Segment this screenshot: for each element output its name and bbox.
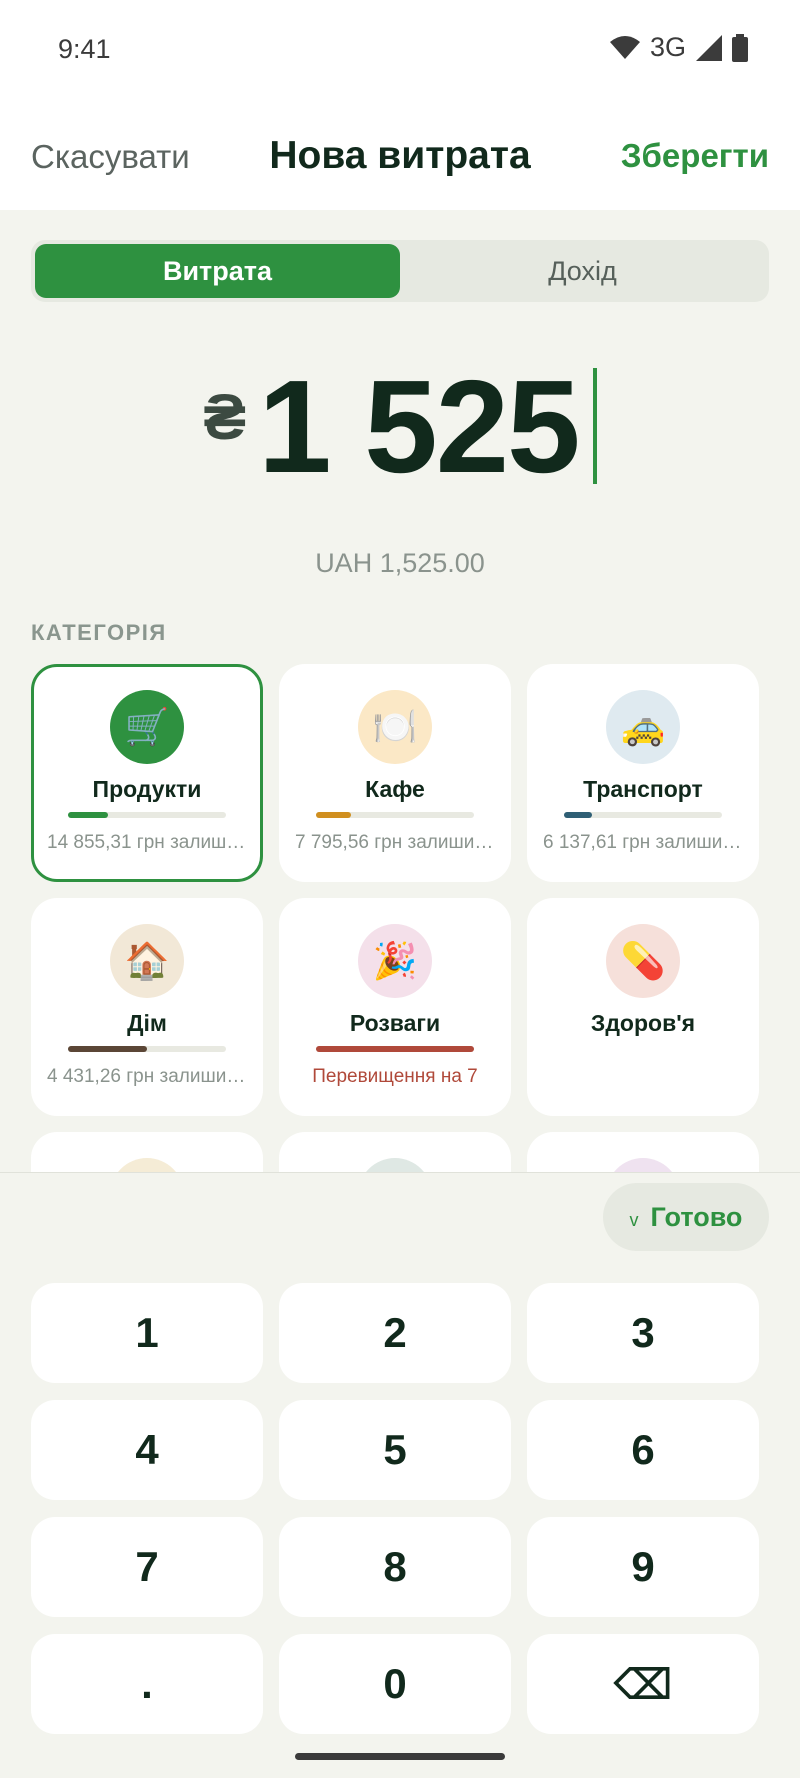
budget-progress-bar (68, 1046, 226, 1052)
budget-progress-bar (316, 1046, 474, 1052)
done-button[interactable]: v Готово (603, 1183, 769, 1251)
keypad-panel: v Готово 1 2 3 4 5 6 7 8 9. 0 ⌫ (0, 1172, 800, 1778)
category-card[interactable]: 🏠 Дім 4 431,26 грн залишилось (31, 898, 263, 1116)
category-remaining: 4 431,26 грн залишилось (47, 1066, 247, 1087)
key-7[interactable]: 7 (31, 1517, 263, 1617)
category-name: Дім (127, 1010, 167, 1036)
category-card[interactable]: 🎉 Розваги Перевищення на 7 (279, 898, 511, 1116)
text-caret (592, 368, 597, 484)
category-name: Розваги (349, 1010, 441, 1036)
category-card[interactable] (279, 1132, 511, 1172)
category-card[interactable]: 🚕 Транспорт 6 137,61 грн залишилось (527, 664, 759, 882)
signal-icon (696, 34, 722, 61)
key-0[interactable]: 0 (279, 1634, 511, 1734)
budget-progress-fill (564, 812, 593, 818)
partial-category-icon (110, 1158, 184, 1172)
wifi-icon (609, 35, 640, 60)
amount-formatted: UAH 1,525.00 (315, 548, 485, 578)
category-name: Кафе (365, 776, 425, 802)
budget-progress-fill (68, 812, 108, 818)
house-icon: 🏠 (110, 924, 184, 998)
key-5[interactable]: 5 (279, 1400, 511, 1500)
backspace-key[interactable]: ⌫ (527, 1634, 759, 1734)
category-remaining: 14 855,31 грн залишилось (47, 832, 247, 853)
budget-progress-fill (316, 1046, 474, 1052)
category-card[interactable] (31, 1132, 263, 1172)
category-name: Транспорт (583, 776, 703, 802)
category-remaining: 6 137,61 грн залишилось (543, 832, 743, 853)
taxi-icon: 🚕 (606, 690, 680, 764)
category-remaining: Перевищення на 7 (312, 1066, 478, 1087)
key-8[interactable]: 8 (279, 1517, 511, 1617)
status-icons: 3G (609, 32, 748, 63)
budget-progress-fill (316, 812, 351, 818)
done-label: Готово (650, 1201, 743, 1232)
key-6[interactable]: 6 (527, 1400, 759, 1500)
category-card[interactable]: 🛒 Продукти 14 855,31 грн залишилось (31, 664, 263, 882)
cancel-button[interactable]: Скасувати (31, 138, 190, 176)
chevron-down-icon: v (629, 1209, 639, 1230)
category-card[interactable] (527, 1132, 759, 1172)
party-icon: 🎉 (358, 924, 432, 998)
battery-icon (732, 33, 748, 62)
category-name: Продукти (92, 776, 202, 802)
category-card[interactable]: 💊 Здоров'я (527, 898, 759, 1116)
partial-category-icon (358, 1158, 432, 1172)
budget-progress-bar (68, 812, 226, 818)
budget-progress-bar (564, 812, 722, 818)
decimal-key[interactable]: . (31, 1634, 263, 1734)
key-9[interactable]: 9 (527, 1517, 759, 1617)
category-grid: 🛒 Продукти 14 855,31 грн залишилось 🍽️ Кафе 7… (31, 664, 759, 1172)
category-section-label: КАТЕГОРІЯ (31, 620, 167, 645)
category-name: Здоров'я (590, 1010, 696, 1036)
numeric-keypad: 1 2 3 4 5 6 7 8 9. 0 ⌫ (31, 1283, 759, 1734)
segment-expense[interactable]: Витрата (35, 244, 400, 298)
status-time: 9:41 (58, 34, 111, 64)
key-3[interactable]: 3 (527, 1283, 759, 1383)
save-button[interactable]: Зберегти (621, 137, 769, 175)
home-indicator[interactable] (295, 1753, 505, 1760)
pill-icon: 💊 (606, 924, 680, 998)
amount-input[interactable]: ₴ 1 525 (0, 353, 800, 500)
plate-icon: 🍽️ (358, 690, 432, 764)
category-remaining: 7 795,56 грн залишилось (295, 832, 495, 853)
cart-icon: 🛒 (110, 690, 184, 764)
budget-progress-fill (68, 1046, 147, 1052)
key-4[interactable]: 4 (31, 1400, 263, 1500)
type-segmented-control: Витрата Дохід (31, 240, 769, 302)
category-card[interactable]: 🍽️ Кафе 7 795,56 грн залишилось (279, 664, 511, 882)
budget-progress-bar (316, 812, 474, 818)
top-nav: Скасувати Нова витрата Зберегти (0, 100, 800, 210)
amount-value: 1 525 (258, 353, 580, 500)
network-type: 3G (649, 32, 686, 62)
key-2[interactable]: 2 (279, 1283, 511, 1383)
partial-category-icon (606, 1158, 680, 1172)
key-1[interactable]: 1 (31, 1283, 263, 1383)
currency-symbol: ₴ (203, 381, 247, 453)
status-bar: 9:41 3G (0, 0, 800, 100)
segment-income[interactable]: Дохід (400, 244, 765, 298)
